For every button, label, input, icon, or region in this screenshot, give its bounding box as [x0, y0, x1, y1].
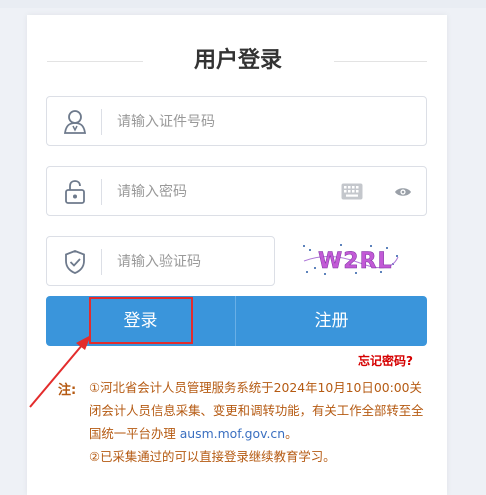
- field-separator: [101, 109, 102, 135]
- title-divider-left: [47, 61, 143, 62]
- password-input[interactable]: [117, 179, 327, 205]
- lock-icon: [61, 178, 89, 206]
- shield-icon: [61, 248, 89, 276]
- eye-icon[interactable]: [394, 184, 412, 203]
- notice-line1-end: 。: [285, 426, 298, 441]
- forgot-password-link[interactable]: 忘记密码?: [358, 352, 413, 369]
- id-number-field[interactable]: [46, 96, 427, 146]
- page-title: 用户登录: [193, 48, 282, 73]
- notice-text: ①河北省会计人员管理服务系统于2024年10月10日00:00关闭会计人员信息采…: [89, 376, 431, 468]
- action-bar: 登录 注册: [46, 296, 427, 346]
- platform-link[interactable]: ausm.mof.gov.cn: [180, 426, 285, 441]
- user-icon: [61, 108, 89, 136]
- register-button[interactable]: 注册: [236, 296, 427, 346]
- notice-line2: ②已采集通过的可以直接登录继续教育学习。: [89, 449, 336, 464]
- notice-label: 注:: [58, 383, 77, 398]
- login-button[interactable]: 登录: [46, 296, 235, 346]
- title-divider-right: [334, 61, 427, 62]
- top-bar: [0, 0, 486, 8]
- field-separator: [101, 179, 102, 205]
- keyboard-icon[interactable]: [341, 183, 363, 204]
- id-number-input[interactable]: [117, 109, 407, 135]
- captcha-text: W2RL: [318, 249, 393, 274]
- captcha-image[interactable]: W2RL: [300, 241, 400, 277]
- field-separator: [101, 249, 102, 275]
- password-field[interactable]: [46, 166, 427, 216]
- captcha-input[interactable]: [117, 249, 267, 275]
- captcha-field[interactable]: [46, 236, 275, 286]
